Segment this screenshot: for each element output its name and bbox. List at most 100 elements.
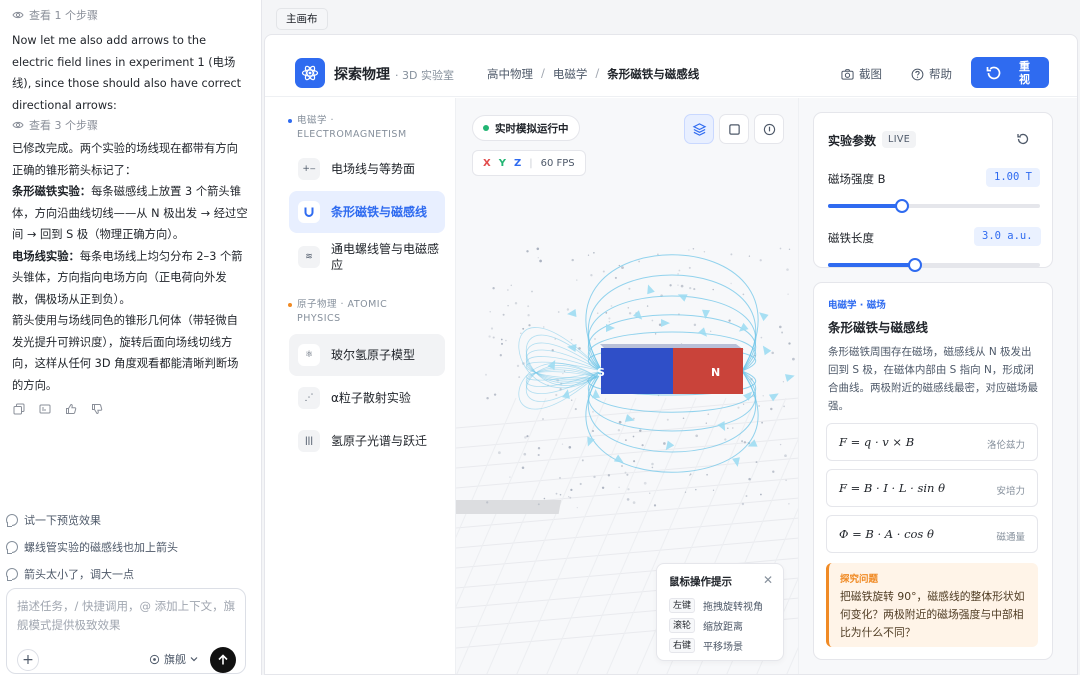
- field-strength-slider[interactable]: [828, 199, 1040, 213]
- nav-item-bohr-model[interactable]: ⚛ 玻尔氢原子模型: [289, 334, 445, 376]
- particle: [596, 312, 599, 314]
- particle: [759, 493, 762, 496]
- particle: [571, 258, 574, 262]
- particle: [505, 339, 507, 342]
- nav-item-solenoid[interactable]: ≋ 通电螺线管与电磁感应: [289, 236, 445, 278]
- breadcrumb-item[interactable]: 高中物理: [487, 66, 533, 82]
- particle: [593, 475, 596, 479]
- formula-expression: Φ = B · A · cos θ: [839, 527, 934, 541]
- particle: [703, 251, 706, 253]
- eye-icon: [12, 11, 24, 19]
- composer-input[interactable]: [17, 597, 237, 641]
- particle: [654, 333, 657, 335]
- nav-item-alpha-scattering[interactable]: ⋰ α粒子散射实验: [289, 377, 445, 419]
- plus-icon: +: [22, 652, 34, 668]
- help-icon: [911, 68, 924, 80]
- particle: [485, 373, 487, 376]
- view-steps-toggle[interactable]: 查看 3 个步骤: [12, 116, 249, 134]
- particle: [537, 447, 541, 450]
- reset-view-button[interactable]: 重视: [971, 57, 1049, 88]
- particle: [788, 248, 791, 250]
- 3d-viewport[interactable]: S N 实时模拟运行中 X Y Z | 60 FPS 鼠标操作提示 ✕ 左键 拖…: [455, 98, 799, 674]
- reset-params-button[interactable]: [1013, 129, 1033, 149]
- floor-shadow: [456, 500, 562, 514]
- particle: [557, 311, 560, 313]
- brand-subtitle: · 3D 实验室: [395, 69, 454, 82]
- chat-transcript[interactable]: 查看 1 个步骤 Now let me also add arrows to t…: [0, 0, 261, 500]
- particle: [488, 335, 491, 338]
- particle: [526, 435, 529, 438]
- particle: [779, 247, 782, 250]
- particle: [748, 477, 751, 481]
- close-icon[interactable]: ✕: [763, 573, 773, 587]
- particle: [626, 498, 630, 501]
- scatter-icon: ⋰: [298, 387, 320, 409]
- suggestion-chip[interactable]: 试一下预览效果: [6, 512, 101, 528]
- particle: [576, 506, 578, 509]
- send-button[interactable]: [210, 647, 236, 673]
- nav-item-hydrogen-spectrum[interactable]: ǀǀǀ 氢原子光谱与跃迁: [289, 420, 445, 462]
- particle: [627, 488, 630, 491]
- particle: [522, 327, 525, 330]
- particle: [692, 248, 695, 250]
- group-dot: [288, 119, 292, 123]
- particle: [792, 357, 795, 361]
- breadcrumb: 高中物理 / 电磁学 / 条形磁铁与磁感线: [487, 66, 699, 82]
- layers-toggle-button[interactable]: [684, 114, 714, 144]
- particle: [653, 504, 657, 507]
- particle: [688, 266, 691, 269]
- help-button[interactable]: 帮助: [911, 66, 952, 82]
- particle: [618, 264, 620, 267]
- particle: [728, 319, 731, 322]
- particle: [591, 429, 595, 433]
- magnet-heading: 条形磁铁实验：: [12, 185, 92, 198]
- suggestion-label: 螺线管实验的磁感线也加上箭头: [24, 541, 178, 554]
- attach-button[interactable]: +: [17, 649, 39, 671]
- particle: [787, 293, 789, 295]
- field-strength-label: 磁场强度 B: [828, 172, 886, 186]
- eye-icon: [12, 121, 24, 129]
- preview-icon[interactable]: [38, 402, 52, 416]
- magnet-length-value: 3.0 a.u.: [974, 227, 1041, 246]
- particle: [651, 466, 654, 469]
- topic-description: 条形磁铁周围存在磁场，磁感线从 N 极发出回到 S 极，在磁体内部由 S 指向 …: [828, 346, 1038, 412]
- box-view-button[interactable]: [719, 114, 749, 144]
- slider-handle[interactable]: [907, 258, 922, 272]
- particle: [542, 418, 544, 420]
- thumbs-up-icon[interactable]: [64, 402, 78, 416]
- particle: [614, 276, 617, 279]
- mode-selector[interactable]: 旗舰: [149, 651, 198, 667]
- suggestion-chip[interactable]: 箭头太小了，调大一点: [6, 566, 134, 582]
- particle: [695, 488, 697, 491]
- grid-line: [546, 397, 667, 674]
- info-button[interactable]: [754, 114, 784, 144]
- particle: [501, 342, 503, 345]
- camera-icon: [841, 68, 854, 80]
- magnet-length-slider[interactable]: [828, 258, 1040, 272]
- slider-handle[interactable]: [895, 199, 910, 213]
- nav-item-bar-magnet[interactable]: 条形磁铁与磁感线: [289, 191, 445, 233]
- breadcrumb-item[interactable]: 电磁学: [553, 66, 588, 82]
- grid-line: [456, 417, 798, 449]
- particle: [742, 293, 745, 296]
- particle: [646, 305, 649, 307]
- hint-row: 左键 拖拽旋转视角: [669, 598, 771, 613]
- view-steps-toggle[interactable]: 查看 1 个步骤: [12, 6, 249, 24]
- suggestion-chip[interactable]: 螺线管实验的磁感线也加上箭头: [6, 539, 178, 555]
- screenshot-button[interactable]: 截图: [841, 66, 882, 82]
- assistant-message-efield: 电场线实验：每条电场线上均匀分布 2–3 个箭头锥体，方向指向电场方向（正电荷向…: [12, 246, 249, 311]
- particle: [498, 451, 501, 455]
- copy-icon[interactable]: [12, 402, 26, 416]
- magnet-south-pole: [601, 348, 673, 394]
- thumbs-down-icon[interactable]: [90, 402, 104, 416]
- particle: [759, 259, 762, 262]
- particle: [680, 284, 684, 288]
- particle: [624, 471, 627, 474]
- particle: [608, 317, 611, 320]
- chevron-down-icon: [190, 657, 198, 662]
- particle: [727, 427, 729, 429]
- field-arrow: [784, 374, 795, 382]
- tab-main-canvas[interactable]: 主画布: [276, 8, 328, 30]
- nav-item-electric-field[interactable]: +‒ 电场线与等势面: [289, 148, 445, 190]
- particle: [761, 421, 763, 424]
